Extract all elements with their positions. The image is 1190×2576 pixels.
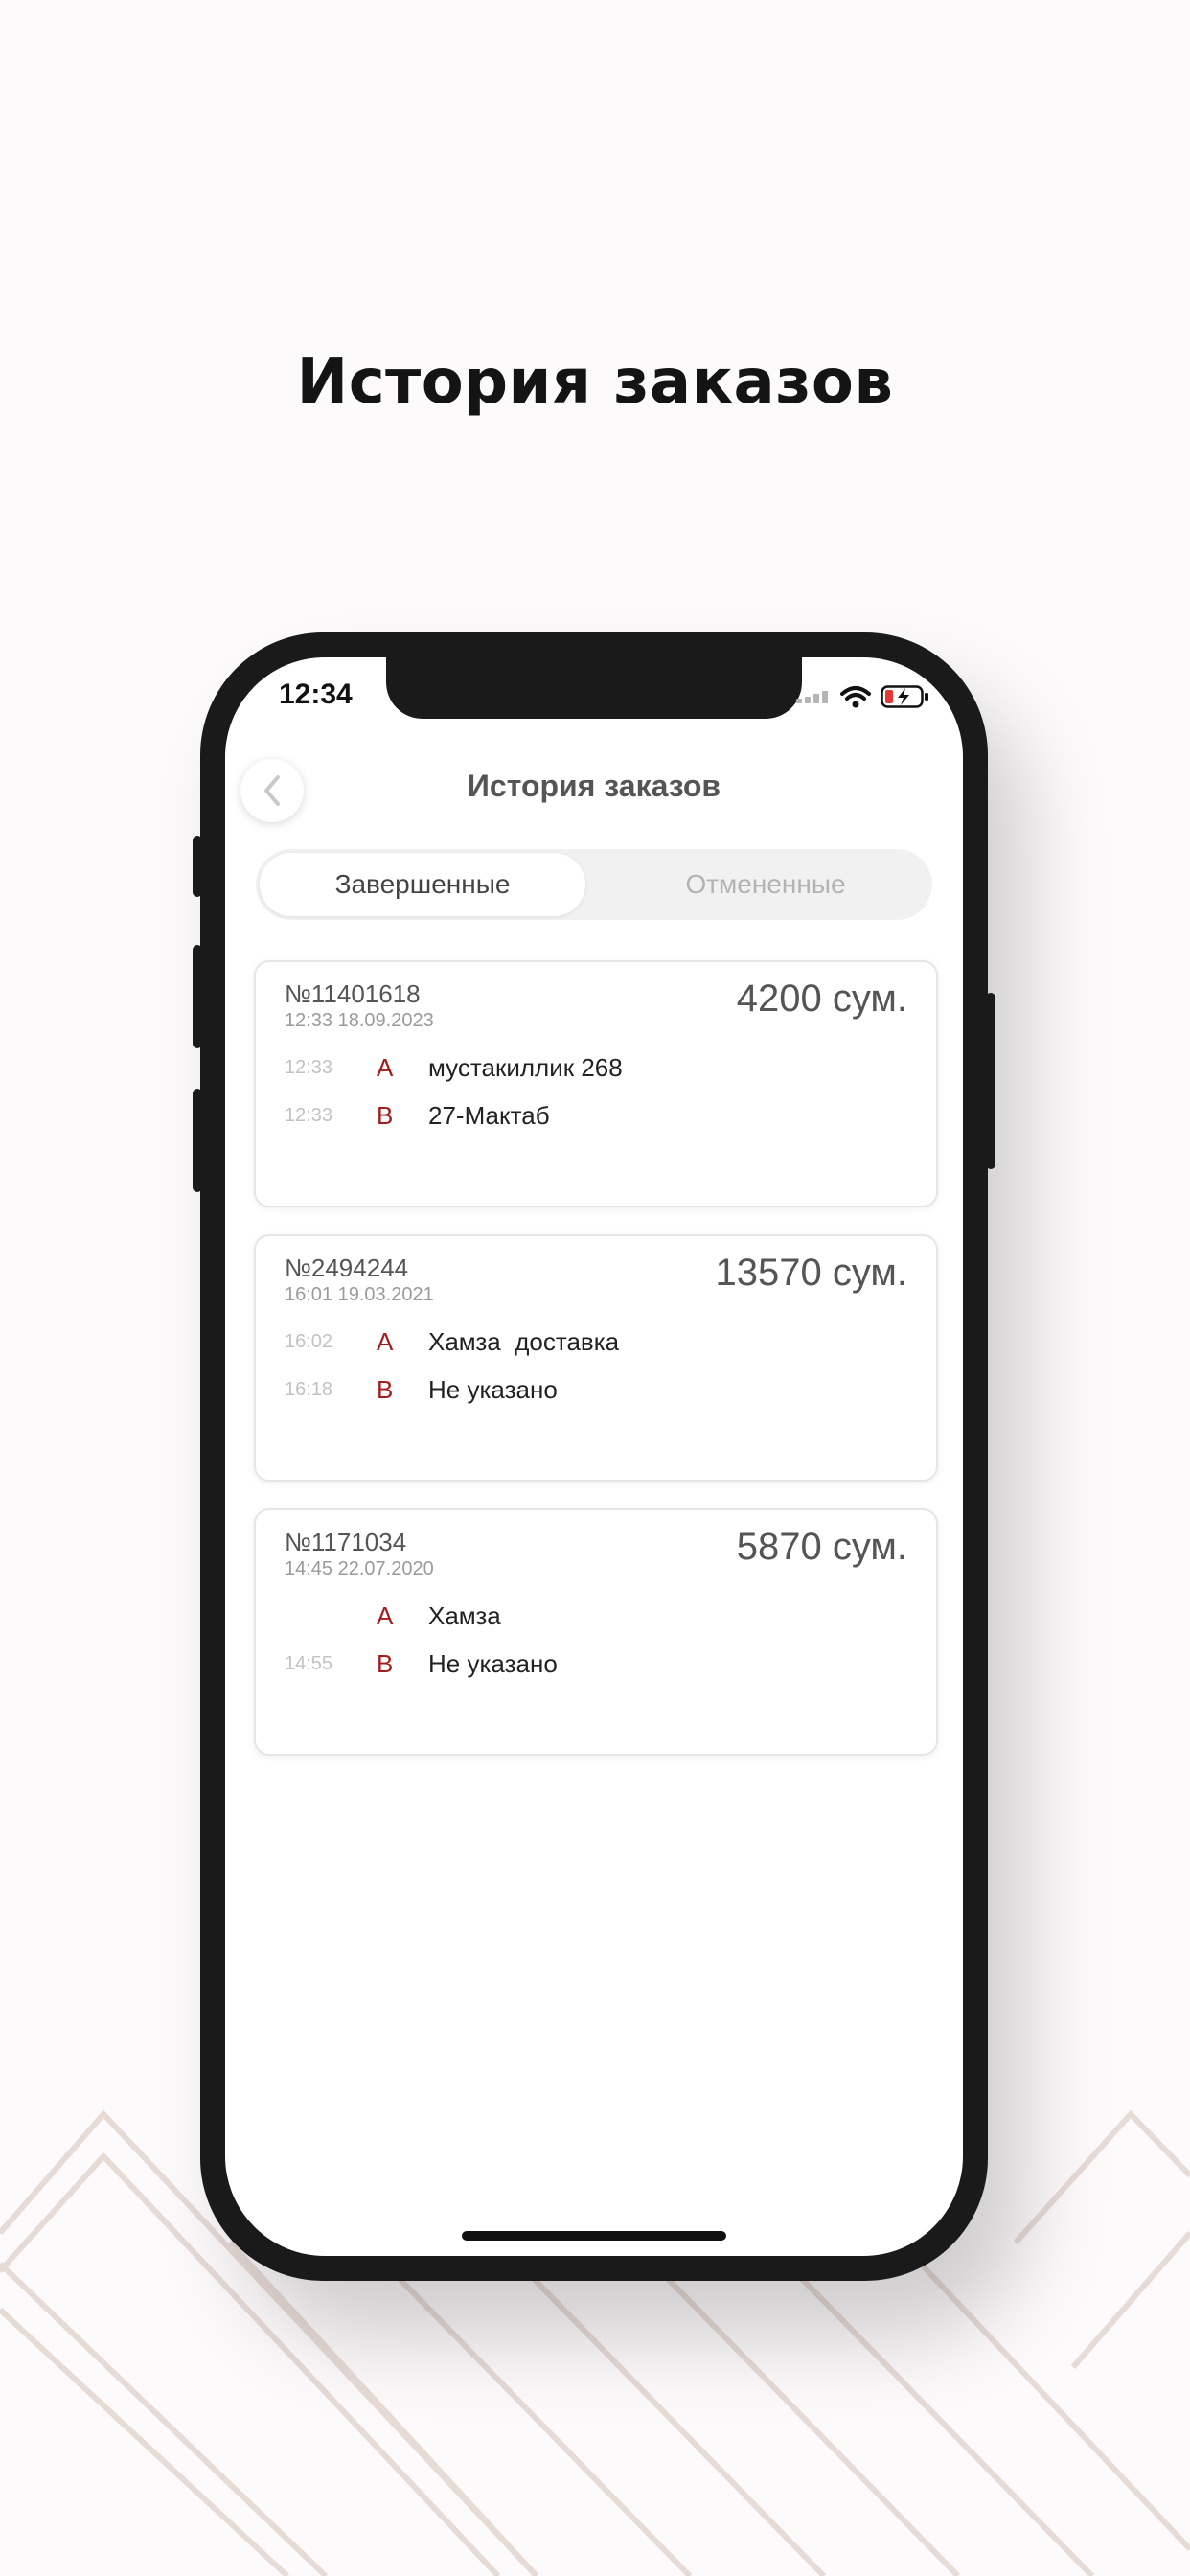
point-address: Хамза xyxy=(428,1600,501,1630)
point-letter: B xyxy=(377,1100,394,1130)
point-letter: A xyxy=(377,1600,394,1630)
point-address: мустакиллик 268 xyxy=(428,1052,623,1082)
point-time: 12:33 xyxy=(285,1056,333,1078)
order-number: №11401618 xyxy=(285,979,421,1008)
route-point-b: 12:33 B 27-Мактаб xyxy=(285,1098,550,1133)
route-point-a: 16:02 A Хамза доставка xyxy=(285,1324,619,1359)
route-point-a: 12:33 A мустакиллик 268 xyxy=(285,1050,623,1085)
phone-screen: 12:34 История заказов Завершенные Отмене… xyxy=(225,657,963,2256)
point-address: Не указано xyxy=(428,1648,558,1678)
order-sum: 13570 сум. xyxy=(715,1252,907,1294)
point-letter: B xyxy=(377,1374,394,1404)
point-address: Не указано xyxy=(428,1374,558,1404)
status-bar-icons xyxy=(796,684,930,709)
wifi-icon xyxy=(840,686,871,708)
battery-charging-icon xyxy=(881,685,928,708)
home-indicator[interactable] xyxy=(462,2231,726,2241)
order-card[interactable]: №1171034 14:45 22.07.2020 5870 сум. A Ха… xyxy=(254,1508,938,1756)
phone-volume-down-button xyxy=(193,1089,202,1192)
order-number: №1171034 xyxy=(285,1528,407,1556)
point-address: 27-Мактаб xyxy=(428,1100,550,1130)
phone-notch xyxy=(386,657,802,719)
point-letter: A xyxy=(377,1326,394,1356)
point-letter: A xyxy=(377,1052,394,1082)
phone-side-button xyxy=(193,836,202,897)
screen-title: История заказов xyxy=(467,769,721,803)
order-card[interactable]: №11401618 12:33 18.09.2023 4200 сум. 12:… xyxy=(254,960,938,1208)
order-sum: 5870 сум. xyxy=(736,1526,907,1568)
phone-volume-up-button xyxy=(193,945,202,1048)
signal-icon xyxy=(796,691,828,703)
order-card[interactable]: №2494244 16:01 19.03.2021 13570 сум. 16:… xyxy=(254,1234,938,1482)
tab-completed[interactable]: Завершенные xyxy=(260,853,585,916)
order-number: №2494244 xyxy=(285,1254,409,1282)
order-datetime: 12:33 18.09.2023 xyxy=(285,1010,434,1031)
point-address: Хамза доставка xyxy=(428,1326,620,1356)
point-time: 16:02 xyxy=(285,1330,333,1352)
tab-cancelled[interactable]: Отмененные xyxy=(603,853,928,916)
order-datetime: 14:45 22.07.2020 xyxy=(285,1558,434,1579)
status-segmented-control: Завершенные Отмененные xyxy=(256,849,932,920)
route-point-b: 16:18 B Не указано xyxy=(285,1372,558,1407)
order-datetime: 16:01 19.03.2021 xyxy=(285,1284,434,1305)
point-time: 16:18 xyxy=(285,1378,333,1400)
point-time: 12:33 xyxy=(285,1104,333,1126)
point-time: 14:55 xyxy=(285,1652,333,1674)
point-letter: B xyxy=(377,1648,394,1678)
status-bar-time: 12:34 xyxy=(279,678,353,710)
order-sum: 4200 сум. xyxy=(736,978,907,1020)
phone-mockup: 12:34 История заказов Завершенные Отмене… xyxy=(193,632,995,2281)
route-point-a: A Хамза xyxy=(285,1598,501,1633)
phone-power-button xyxy=(986,993,995,1169)
route-point-b: 14:55 B Не указано xyxy=(285,1646,558,1681)
